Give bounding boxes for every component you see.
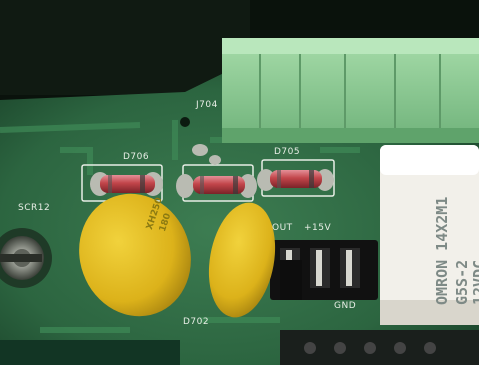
pcb-illustration bbox=[0, 0, 479, 365]
diode-d706 bbox=[100, 175, 155, 193]
relay-marking-2: G5S-2 bbox=[453, 259, 471, 305]
label-j704: J704 bbox=[196, 100, 218, 110]
label-plus15v: +15V bbox=[304, 223, 332, 233]
diode-d705 bbox=[270, 170, 322, 188]
bottom-connector bbox=[280, 330, 479, 365]
label-d705: D705 bbox=[274, 147, 301, 157]
mounting-hole bbox=[180, 117, 190, 127]
diode-center bbox=[193, 176, 245, 194]
relay-marking-3: 12VDC bbox=[470, 259, 479, 305]
label-scr12: SCR12 bbox=[18, 203, 51, 213]
terminal-block-j704 bbox=[222, 38, 479, 143]
relay-marking-1: OMRON 14X2M1 bbox=[433, 196, 451, 305]
jumper bbox=[280, 260, 302, 300]
pcb-photo: SCR12 J704 D706 D705 D702 OUT +15V GND X… bbox=[0, 0, 479, 365]
label-d702: D702 bbox=[183, 317, 210, 327]
label-d706: D706 bbox=[123, 152, 150, 162]
label-gnd: GND bbox=[334, 301, 357, 311]
left-edge-connector bbox=[0, 340, 180, 365]
label-out: OUT bbox=[272, 223, 293, 233]
